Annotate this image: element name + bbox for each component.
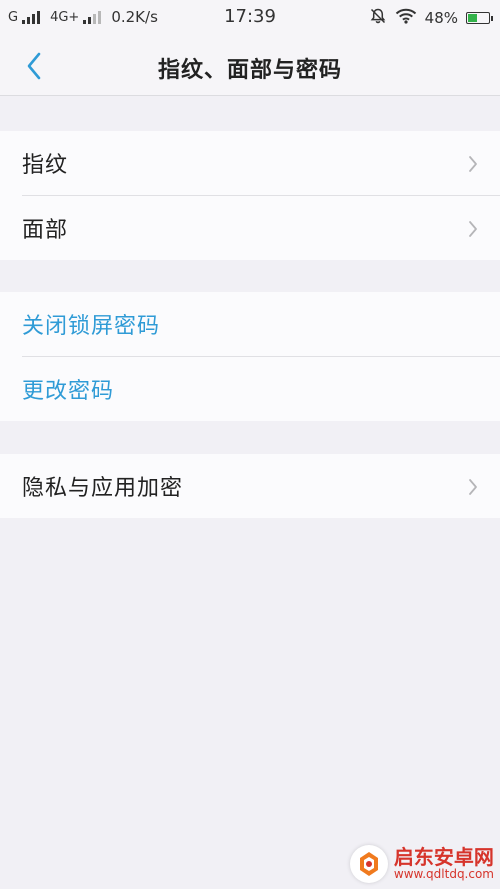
watermark-text: 启东安卓网 www.qdltdq.com [394, 847, 494, 881]
watermark-url: www.qdltdq.com [393, 867, 494, 882]
chevron-right-icon [469, 221, 477, 237]
settings-group-privacy: 隐私与应用加密 [0, 454, 500, 518]
list-item-label: 指纹 [22, 153, 69, 178]
settings-group-password: 关闭锁屏密码 更改密码 [0, 292, 500, 421]
list-item-disable-lock-password[interactable]: 关闭锁屏密码 [0, 292, 500, 356]
battery-fill [468, 14, 478, 22]
list-item-label: 关闭锁屏密码 [22, 314, 161, 339]
list-item-label: 面部 [22, 218, 69, 243]
status-right: 48% [369, 7, 493, 29]
chevron-right-icon [469, 479, 477, 495]
watermark: 启东安卓网 www.qdltdq.com [349, 845, 494, 883]
battery-icon [466, 12, 493, 24]
mute-bell-icon [369, 7, 387, 29]
list-item-label: 更改密码 [22, 379, 115, 404]
list-item-privacy-encryption[interactable]: 隐私与应用加密 [0, 454, 500, 518]
wifi-icon [395, 8, 417, 28]
watermark-logo-icon [349, 845, 388, 883]
settings-group-biometrics: 指纹 面部 [0, 131, 500, 260]
page-title: 指纹、面部与密码 [157, 58, 342, 83]
list-item-label: 隐私与应用加密 [22, 476, 184, 501]
list-item-change-password[interactable]: 更改密码 [0, 357, 500, 421]
nav-bar: 指纹、面部与密码 [0, 36, 500, 96]
chevron-right-icon [469, 156, 477, 172]
status-bar: G 4G+ 0.2K/s 17:39 48% [0, 0, 500, 36]
list-item-face[interactable]: 面部 [0, 196, 500, 260]
watermark-name: 启东安卓网 [393, 845, 494, 870]
list-item-fingerprint[interactable]: 指纹 [0, 131, 500, 195]
battery-percent: 48% [424, 9, 458, 27]
